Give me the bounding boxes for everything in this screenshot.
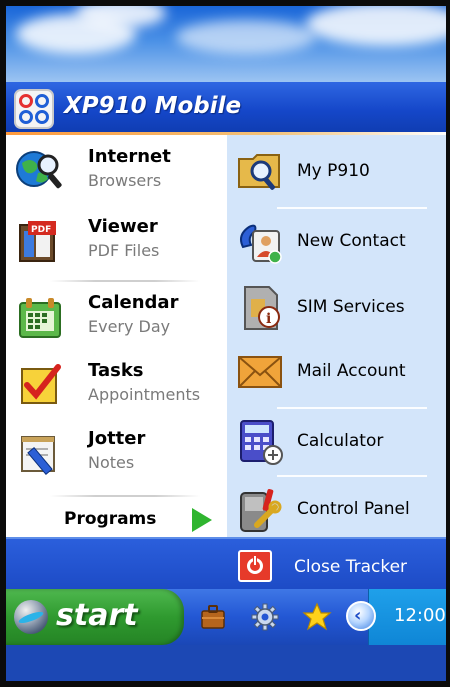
device-frame: XP910 Mobile Internet Browsers PDF Viewe… bbox=[0, 0, 450, 687]
menu-right-column: My P910 New Contact i SIM Services Mail … bbox=[227, 135, 446, 537]
sky-wallpaper bbox=[6, 6, 446, 82]
menu-footer: Close Tracker bbox=[6, 537, 446, 589]
menu-item-title: Calendar bbox=[88, 292, 179, 313]
bottom-bar bbox=[6, 645, 446, 681]
pdf-viewer-icon: PDF bbox=[19, 221, 56, 262]
checkbox-icon bbox=[21, 364, 61, 404]
menu-item-label: Calculator bbox=[297, 431, 384, 451]
menu-item-calendar[interactable]: Calendar Every Day bbox=[6, 285, 227, 351]
globe-search-icon bbox=[16, 151, 62, 189]
menu-item-subtitle: Browsers bbox=[88, 171, 162, 190]
app-title: XP910 Mobile bbox=[64, 93, 242, 119]
programs-label: Programs bbox=[64, 509, 157, 529]
menu-item-title: Tasks bbox=[88, 360, 144, 381]
gear-icon[interactable] bbox=[250, 602, 280, 632]
briefcase-icon[interactable] bbox=[198, 602, 228, 632]
menu-item-new-contact[interactable]: New Contact bbox=[227, 209, 446, 275]
calculator-icon bbox=[240, 420, 283, 465]
menu-item-my-p910[interactable]: My P910 bbox=[227, 139, 446, 205]
menu-item-label: Mail Account bbox=[297, 361, 406, 381]
menu-item-label: My P910 bbox=[297, 161, 370, 181]
contact-card-icon bbox=[240, 224, 282, 264]
menu-item-mail-account[interactable]: Mail Account bbox=[227, 339, 446, 405]
menu-item-tasks[interactable]: Tasks Appointments bbox=[6, 353, 227, 419]
power-icon[interactable] bbox=[238, 550, 272, 582]
clock[interactable]: 12:00 bbox=[394, 605, 446, 626]
menu-item-label: Control Panel bbox=[297, 499, 410, 519]
menu-item-sim-services[interactable]: i SIM Services bbox=[227, 275, 446, 341]
svg-text:PDF: PDF bbox=[31, 225, 51, 235]
phone-screen: XP910 Mobile Internet Browsers PDF Viewe… bbox=[6, 6, 446, 681]
start-orb-icon bbox=[14, 600, 48, 634]
svg-text:i: i bbox=[266, 311, 271, 327]
menu-item-title: Internet bbox=[88, 146, 171, 167]
start-label: start bbox=[56, 598, 138, 633]
menu-item-internet[interactable]: Internet Browsers bbox=[6, 139, 227, 205]
menu-item-subtitle: Appointments bbox=[88, 385, 201, 404]
notepad-pen-icon bbox=[21, 436, 55, 475]
menu-separator bbox=[50, 495, 200, 497]
menu-item-control-panel[interactable]: Control Panel bbox=[227, 477, 446, 543]
star-icon[interactable] bbox=[302, 602, 332, 632]
calendar-icon bbox=[19, 298, 61, 338]
menu-item-jotter[interactable]: Jotter Notes bbox=[6, 421, 227, 487]
menu-item-title: Viewer bbox=[88, 216, 158, 237]
app-logo-icon bbox=[14, 89, 54, 129]
sim-info-icon: i bbox=[244, 286, 280, 330]
envelope-icon bbox=[238, 356, 282, 388]
control-panel-icon bbox=[240, 489, 282, 532]
menu-item-viewer[interactable]: PDF Viewer PDF Files bbox=[6, 209, 227, 275]
menu-item-subtitle: PDF Files bbox=[88, 241, 160, 260]
menu-left-column: Internet Browsers PDF Viewer PDF Files C… bbox=[6, 135, 227, 537]
menu-separator bbox=[50, 280, 200, 282]
programs-button[interactable]: Programs bbox=[6, 502, 227, 536]
taskbar: start ‹ 12:00 bbox=[6, 589, 446, 645]
menu-item-calculator[interactable]: Calculator bbox=[227, 409, 446, 475]
menu-item-title: Jotter bbox=[88, 428, 146, 449]
start-menu-title-bar: XP910 Mobile bbox=[6, 82, 446, 134]
menu-item-subtitle: Every Day bbox=[88, 317, 171, 336]
menu-item-label: New Contact bbox=[297, 231, 406, 251]
green-arrow-icon bbox=[192, 508, 212, 532]
chevron-left-icon[interactable]: ‹ bbox=[346, 601, 376, 631]
menu-item-label: SIM Services bbox=[297, 297, 405, 317]
close-tracker-label[interactable]: Close Tracker bbox=[294, 557, 407, 577]
folder-search-icon bbox=[238, 154, 280, 190]
start-button[interactable]: start bbox=[6, 589, 184, 645]
menu-item-subtitle: Notes bbox=[88, 453, 135, 472]
